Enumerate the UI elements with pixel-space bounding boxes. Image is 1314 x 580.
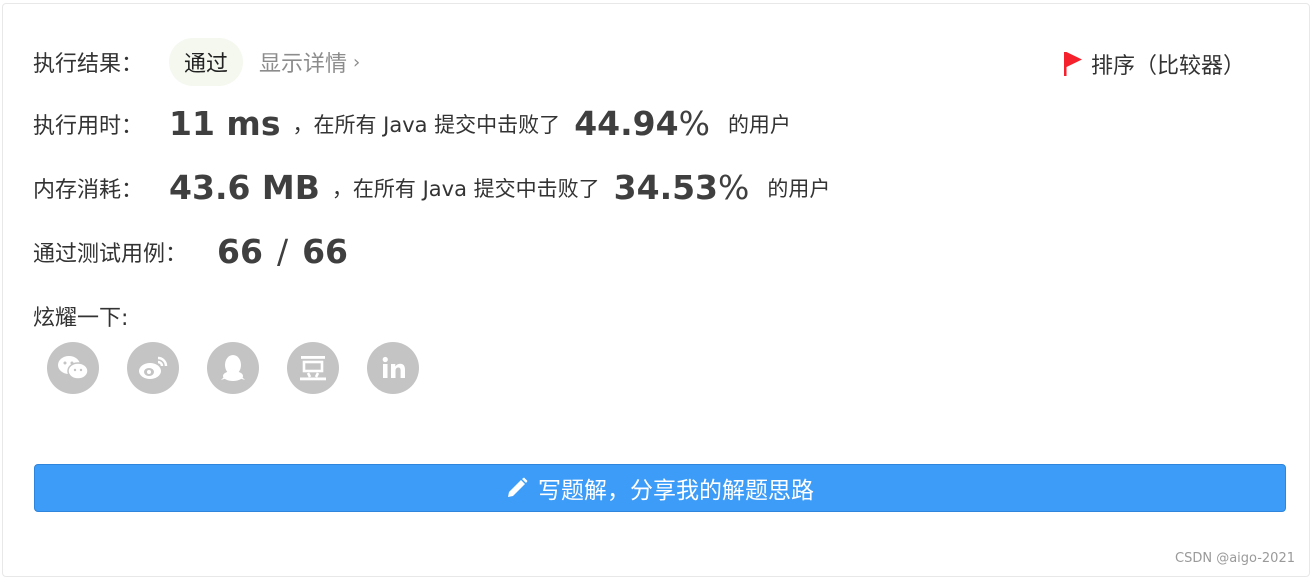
runtime-label: 执行用时： xyxy=(33,113,144,139)
pencil-icon xyxy=(508,477,528,497)
douban-icon[interactable] xyxy=(287,342,339,394)
testcases-count: 66 / 66 xyxy=(217,232,348,271)
memory-percent-number: 34.53 xyxy=(613,168,719,207)
status-badge: 通过 xyxy=(169,38,244,86)
runtime-percent-sign: % xyxy=(678,104,710,143)
runtime-row: 执行用时： 11 ms ，在所有 Java 提交中击败了 44.94% 的用户 xyxy=(33,104,791,143)
runtime-percent-number: 44.94 xyxy=(574,104,679,143)
memory-percent: 34.53% xyxy=(614,168,750,207)
memory-percent-sign: % xyxy=(718,168,750,207)
share-icons xyxy=(47,342,419,394)
memory-value: 43.6 MB xyxy=(169,168,320,207)
chevron-right-icon: › xyxy=(353,51,361,73)
testcases-row: 通过测试用例： 66 / 66 xyxy=(33,232,348,271)
share-label: 炫耀一下: xyxy=(33,306,129,331)
memory-desc: ，在所有 Java 提交中击败了 xyxy=(331,176,600,201)
testcases-total: 66 xyxy=(302,232,349,271)
result-label: 执行结果： xyxy=(33,52,144,77)
show-details-label: 显示详情 xyxy=(259,52,348,77)
runtime-percent: 44.94% xyxy=(574,104,710,143)
share-row: 炫耀一下: xyxy=(33,300,128,332)
result-row: 执行结果： 通过 显示详情 › xyxy=(33,38,360,86)
weibo-icon[interactable] xyxy=(127,342,179,394)
runtime-value: 11 ms xyxy=(169,104,281,143)
runtime-desc: ，在所有 Java 提交中击败了 xyxy=(292,112,561,137)
sort-tag-link[interactable]: 排序（比较器） xyxy=(1063,48,1245,80)
write-solution-label: 写题解，分享我的解题思路 xyxy=(538,478,814,504)
memory-row: 内存消耗： 43.6 MB ，在所有 Java 提交中击败了 34.53% 的用… xyxy=(33,168,830,207)
memory-tail: 的用户 xyxy=(767,176,831,201)
flag-icon xyxy=(1063,52,1082,76)
testcases-label: 通过测试用例： xyxy=(33,241,188,267)
testcases-slash: / xyxy=(276,232,289,271)
sort-tag-label: 排序（比较器） xyxy=(1090,54,1245,79)
show-details-link[interactable]: 显示详情 › xyxy=(259,46,360,78)
submission-result-card: 执行结果： 通过 显示详情 › 排序（比较器） 执行用时： 11 ms ，在所有… xyxy=(2,3,1310,577)
wechat-icon[interactable] xyxy=(47,342,99,394)
runtime-tail: 的用户 xyxy=(727,112,791,137)
memory-label: 内存消耗： xyxy=(33,177,144,203)
write-solution-button[interactable]: 写题解，分享我的解题思路 xyxy=(34,464,1286,512)
watermark: CSDN @aigo-2021 xyxy=(1175,551,1295,566)
testcases-passed: 66 xyxy=(217,232,263,271)
qq-icon[interactable] xyxy=(207,342,259,394)
linkedin-icon[interactable] xyxy=(367,342,419,394)
